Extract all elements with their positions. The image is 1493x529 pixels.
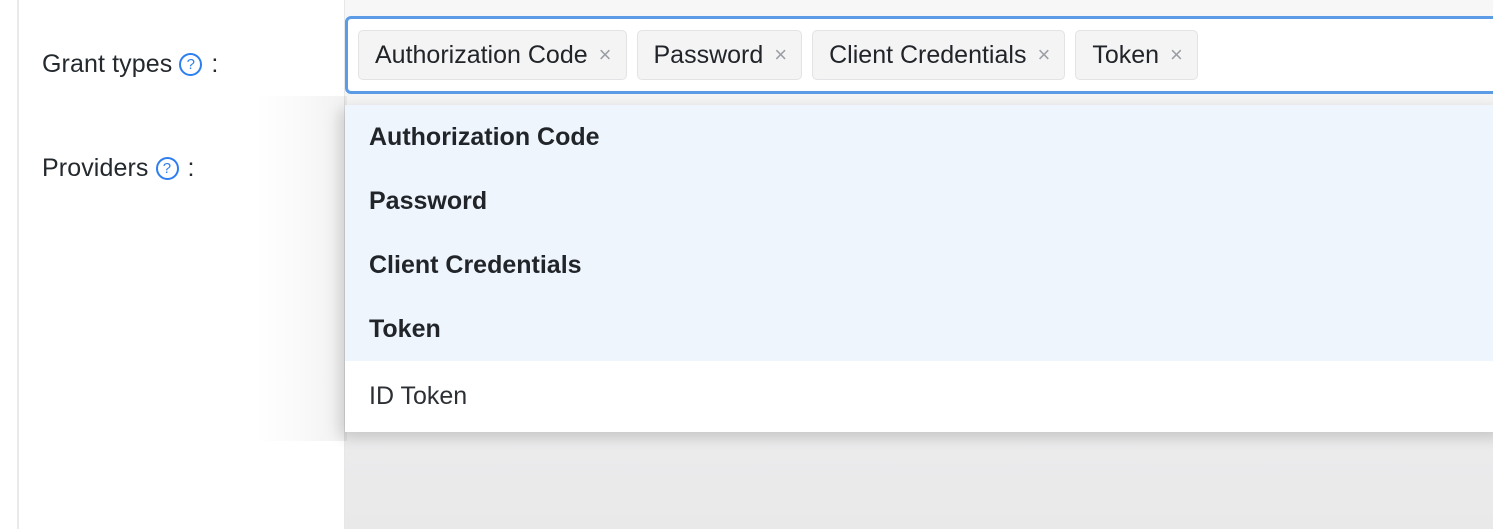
form-surface: Grant types ? : Providers ? : Authorizat… bbox=[0, 0, 1493, 529]
grant-types-label: Grant types ? : bbox=[42, 49, 218, 79]
remove-tag-icon[interactable]: × bbox=[598, 44, 612, 66]
grant-types-label-text: Grant types bbox=[42, 49, 172, 79]
dropdown-option-client-credentials[interactable]: Client Credentials bbox=[345, 233, 1493, 297]
dropdown-option-label: ID Token bbox=[369, 382, 467, 411]
dropdown-option-label: Client Credentials bbox=[369, 251, 582, 280]
grant-types-label-colon: : bbox=[211, 49, 218, 79]
tag-chip-label: Client Credentials bbox=[829, 30, 1026, 80]
dropdown-option-password[interactable]: Password bbox=[345, 169, 1493, 233]
grant-types-dropdown-menu[interactable]: Authorization Code Password Client Crede… bbox=[345, 105, 1493, 432]
providers-label: Providers ? : bbox=[42, 153, 195, 183]
tag-chip[interactable]: Token × bbox=[1075, 30, 1198, 80]
tag-chip[interactable]: Authorization Code × bbox=[358, 30, 627, 80]
providers-label-text: Providers bbox=[42, 153, 149, 183]
dropdown-shadow bbox=[255, 96, 347, 441]
dropdown-option-token[interactable]: Token bbox=[345, 297, 1493, 361]
question-mark-circle-icon[interactable]: ? bbox=[179, 53, 202, 76]
dropdown-option-label: Password bbox=[369, 187, 487, 216]
tag-chip-label: Token bbox=[1092, 30, 1159, 80]
providers-label-colon: : bbox=[188, 153, 195, 183]
dropdown-option-id-token[interactable]: ID Token bbox=[345, 361, 1493, 432]
question-mark-circle-icon[interactable]: ? bbox=[156, 157, 179, 180]
left-divider bbox=[17, 0, 19, 529]
tag-chip-label: Authorization Code bbox=[375, 30, 588, 80]
remove-tag-icon[interactable]: × bbox=[773, 44, 787, 66]
dropdown-option-label: Token bbox=[369, 315, 441, 344]
tag-chip[interactable]: Password × bbox=[637, 30, 803, 80]
grant-types-multiselect-input[interactable]: Authorization Code × Password × Client C… bbox=[345, 16, 1493, 94]
tag-chip-label: Password bbox=[654, 30, 764, 80]
remove-tag-icon[interactable]: × bbox=[1169, 44, 1183, 66]
tag-chip[interactable]: Client Credentials × bbox=[812, 30, 1065, 80]
dropdown-option-label: Authorization Code bbox=[369, 123, 600, 152]
dropdown-option-authorization-code[interactable]: Authorization Code bbox=[345, 105, 1493, 169]
remove-tag-icon[interactable]: × bbox=[1036, 44, 1050, 66]
grant-types-typeahead-input[interactable] bbox=[1208, 32, 1492, 78]
